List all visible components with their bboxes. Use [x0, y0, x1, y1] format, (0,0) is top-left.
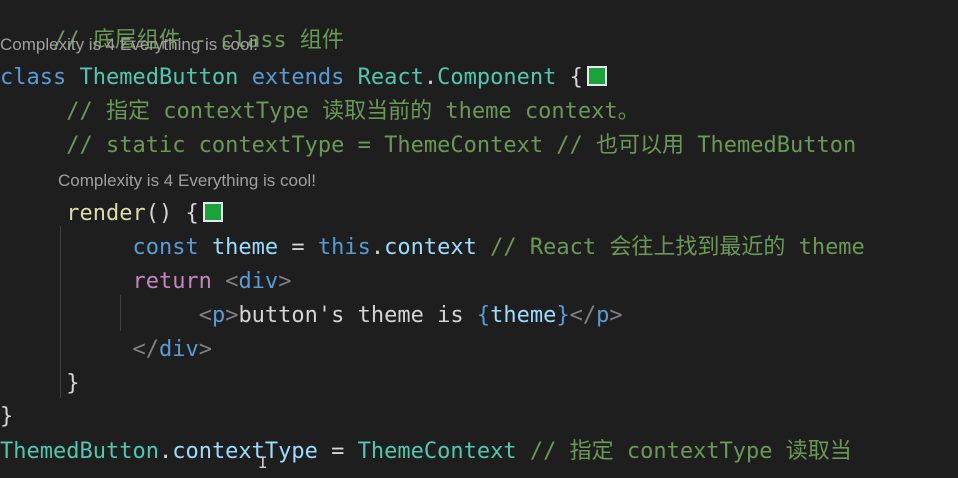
- jsx-expression: theme: [490, 303, 557, 328]
- variable: theme: [211, 235, 279, 260]
- base-class: Component: [437, 65, 557, 90]
- dot: .: [423, 65, 438, 90]
- tag-name: p: [596, 303, 610, 328]
- text-cursor-icon: I: [258, 453, 268, 472]
- comment: // static contextType = ThemeContext // …: [66, 133, 857, 158]
- tag-bracket: <: [225, 269, 239, 294]
- class-name: ThemedButton: [0, 439, 159, 464]
- keyword-this: this: [317, 235, 371, 260]
- color-swatch-icon[interactable]: [202, 202, 223, 222]
- code-line-10[interactable]: }: [0, 369, 79, 399]
- tag-name: div: [238, 269, 279, 294]
- close-brace: }: [66, 371, 80, 396]
- open-brace: {: [569, 65, 583, 90]
- code-editor[interactable]: // 底层组件 - class 组件 Complexity is 4 Every…: [0, 0, 958, 478]
- tag-bracket: </: [132, 337, 159, 362]
- code-line-3[interactable]: // 指定 contextType 读取当前的 theme context。: [0, 97, 640, 127]
- code-line-2[interactable]: class ThemedButton extends React.Compone…: [0, 63, 607, 93]
- operator: =: [291, 235, 305, 260]
- code-lens[interactable]: Complexity is 4 Everything is cool!: [58, 170, 316, 192]
- keyword-return: return: [132, 269, 212, 294]
- code-lens[interactable]: Complexity is 4 Everything is cool!: [0, 34, 258, 56]
- tag-bracket: </: [569, 303, 597, 328]
- class-name: ThemedButton: [79, 65, 239, 90]
- color-swatch-icon[interactable]: [586, 66, 607, 86]
- keyword-class: class: [0, 65, 67, 90]
- dot: .: [370, 235, 385, 260]
- comment: // React 会往上找到最近的 theme: [490, 235, 865, 260]
- jsx-text: button's theme is: [238, 303, 477, 328]
- code-line-12[interactable]: ThemedButton.contextType = ThemeContext …: [0, 437, 852, 467]
- tag-bracket: >: [278, 269, 292, 294]
- tag-bracket: >: [225, 303, 239, 328]
- function-name: render: [66, 201, 146, 226]
- code-line-5[interactable]: render() {: [0, 199, 223, 229]
- code-line-9[interactable]: </div>: [0, 335, 212, 365]
- code-line-8[interactable]: <p>button's theme is {theme}</p>: [0, 301, 623, 331]
- tag-bracket: <: [198, 303, 212, 328]
- comment: // 指定 contextType 读取当: [529, 439, 852, 464]
- jsx-brace: }: [556, 303, 570, 328]
- property: context: [384, 235, 477, 260]
- property: contextType: [172, 439, 318, 464]
- tag-bracket: >: [609, 303, 623, 328]
- tag-name: p: [211, 303, 226, 328]
- code-line-11[interactable]: }: [0, 402, 13, 432]
- close-brace: }: [0, 404, 14, 429]
- jsx-brace: {: [476, 303, 491, 328]
- open-brace: {: [185, 201, 199, 226]
- dot: .: [158, 439, 173, 464]
- code-line-4[interactable]: // static contextType = ThemeContext // …: [0, 131, 856, 161]
- class-name: ThemeContext: [357, 439, 517, 464]
- keyword-const: const: [132, 235, 199, 260]
- tag-name: div: [158, 337, 199, 362]
- parens: (): [145, 201, 173, 226]
- keyword-extends: extends: [251, 65, 345, 90]
- code-line-1[interactable]: // 底层组件 - class 组件: [0, 0, 344, 53]
- base-object: React: [357, 65, 424, 90]
- tag-bracket: >: [198, 337, 212, 362]
- operator: =: [331, 439, 345, 464]
- comment: // 指定 contextType 读取当前的 theme context。: [66, 99, 640, 124]
- code-line-7[interactable]: return <div>: [0, 267, 291, 297]
- code-line-6[interactable]: const theme = this.context // React 会往上找…: [0, 233, 865, 263]
